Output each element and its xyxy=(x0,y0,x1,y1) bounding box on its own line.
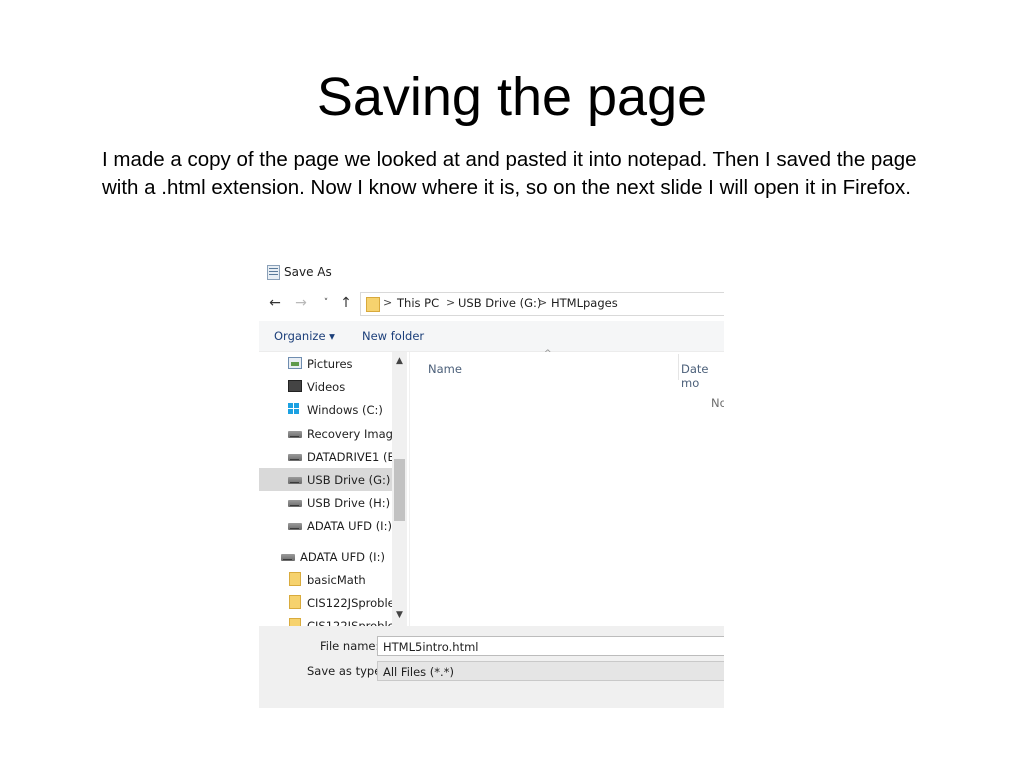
nav-item-adata-ufd-i-expanded[interactable]: ADATA UFD (I:) xyxy=(259,545,395,568)
sort-ascending-icon: ^ xyxy=(544,349,552,359)
nav-item-label: ADATA UFD (I:) xyxy=(300,550,385,564)
breadcrumb-separator: > xyxy=(383,296,393,309)
nav-item-pictures[interactable]: Pictures xyxy=(259,352,395,375)
drive-icon xyxy=(281,554,295,561)
notepad-icon xyxy=(267,265,280,280)
nav-item-label: Videos xyxy=(307,380,346,394)
file-name-input[interactable]: HTML5intro.html xyxy=(377,636,724,656)
slide-title: Saving the page xyxy=(316,67,708,127)
save-as-type-label: Save as type: xyxy=(307,664,386,678)
save-as-type-select[interactable]: All Files (*.*) xyxy=(377,661,724,681)
save-as-type-value: All Files (*.*) xyxy=(383,665,454,679)
recent-locations-chevron-icon[interactable]: ˅ xyxy=(317,294,335,312)
save-as-dialog: Save As ← → ˅ ↑ > This PC > USB Drive (G… xyxy=(259,258,724,708)
file-list-pane: Name ^ Date mo No xyxy=(409,349,724,626)
back-arrow-icon[interactable]: ← xyxy=(266,294,284,312)
new-folder-button[interactable]: New folder xyxy=(362,329,424,343)
column-divider[interactable] xyxy=(678,354,679,380)
scroll-down-arrow-icon[interactable]: ▼ xyxy=(392,608,407,622)
nav-pane-scrollbar[interactable]: ▲ ▼ xyxy=(392,352,407,626)
nav-item-label: ADATA UFD (I:) xyxy=(307,519,392,533)
drive-icon xyxy=(288,454,302,461)
organize-button[interactable]: Organize ▾ xyxy=(274,329,335,343)
address-row: ← → ˅ ↑ > This PC > USB Drive (G:) > HTM… xyxy=(259,291,724,317)
nav-item-basicmath[interactable]: basicMath xyxy=(259,568,395,591)
save-options-panel: File name: HTML5intro.html Save as type:… xyxy=(259,626,724,708)
nav-item-cis122jsproblem[interactable]: CIS122JSproblen xyxy=(259,591,402,614)
videos-icon xyxy=(288,380,302,392)
windows-drive-icon xyxy=(288,403,301,414)
nav-item-label: Pictures xyxy=(307,357,353,371)
column-header-date-modified[interactable]: Date mo xyxy=(681,362,724,390)
dialog-title: Save As xyxy=(284,265,332,279)
navigation-pane: Pictures Videos Windows (C:) Recovery Im… xyxy=(259,352,407,633)
nav-item-usb-drive-h[interactable]: USB Drive (H:) xyxy=(259,491,395,514)
drive-icon xyxy=(288,431,302,438)
empty-folder-message: No xyxy=(711,396,724,410)
dialog-titlebar: Save As xyxy=(259,258,724,288)
drive-icon xyxy=(288,523,302,530)
nav-item-recovery-image[interactable]: Recovery Image xyxy=(259,422,400,445)
breadcrumb-usb-drive-g[interactable]: USB Drive (G:) xyxy=(458,296,541,310)
address-bar[interactable]: > This PC > USB Drive (G:) > HTMLpages xyxy=(360,292,724,316)
nav-item-adata-ufd-i[interactable]: ADATA UFD (I:) xyxy=(259,514,395,537)
folder-icon xyxy=(289,572,301,586)
drive-icon xyxy=(288,500,302,507)
nav-item-usb-drive-g[interactable]: USB Drive (G:) xyxy=(259,468,395,491)
nav-item-label: Windows (C:) xyxy=(307,403,383,417)
folder-icon xyxy=(366,297,380,312)
folder-icon xyxy=(289,595,301,609)
file-name-value: HTML5intro.html xyxy=(383,640,479,654)
nav-item-label: DATADRIVE1 (E:) xyxy=(307,450,404,464)
slide-body-text: I made a copy of the page we looked at a… xyxy=(102,148,917,199)
drive-icon xyxy=(288,477,302,484)
nav-item-videos[interactable]: Videos xyxy=(259,375,395,398)
scroll-up-arrow-icon[interactable]: ▲ xyxy=(392,354,407,368)
breadcrumb-htmlpages[interactable]: HTMLpages xyxy=(551,296,618,310)
breadcrumb-separator[interactable]: > xyxy=(538,296,547,309)
nav-item-label: USB Drive (G:) xyxy=(307,473,391,487)
command-bar: Organize ▾ New folder xyxy=(259,321,724,352)
nav-item-label: CIS122JSproblen xyxy=(307,596,403,610)
breadcrumb-separator[interactable]: > xyxy=(446,296,455,309)
breadcrumb-this-pc[interactable]: This PC xyxy=(397,296,439,310)
nav-item-datadrive1-e[interactable]: DATADRIVE1 (E:) xyxy=(259,445,403,468)
forward-arrow-icon[interactable]: → xyxy=(292,294,310,312)
scrollbar-thumb[interactable] xyxy=(394,459,405,521)
nav-item-label: Recovery Image xyxy=(307,427,400,441)
nav-item-windows-c[interactable]: Windows (C:) xyxy=(259,398,395,421)
nav-item-label: USB Drive (H:) xyxy=(307,496,391,510)
column-header-name[interactable]: Name xyxy=(428,362,462,376)
nav-item-label: basicMath xyxy=(307,573,366,587)
file-name-label: File name: xyxy=(320,639,380,653)
up-arrow-icon[interactable]: ↑ xyxy=(337,294,355,312)
pictures-icon xyxy=(288,357,302,369)
